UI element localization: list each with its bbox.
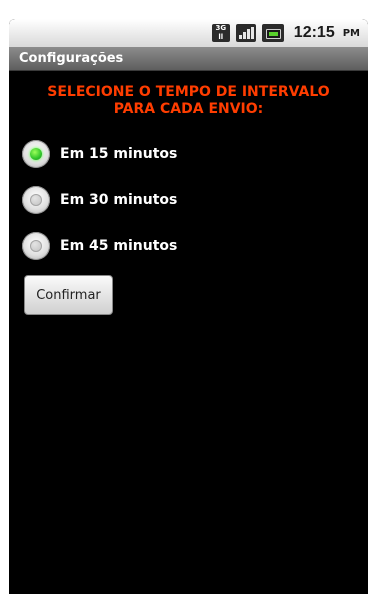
radio-button[interactable] bbox=[22, 232, 50, 260]
confirm-button[interactable]: Confirmar bbox=[24, 275, 113, 315]
radio-button[interactable] bbox=[22, 186, 50, 214]
title-bar: Configurações bbox=[9, 47, 368, 71]
phone-screen: 3G ll 12:15 PM Configurações SELECIONE O… bbox=[9, 19, 368, 594]
app-title: Configurações bbox=[19, 51, 124, 66]
option-label: Em 30 minutos bbox=[60, 192, 178, 208]
option-label: Em 15 minutos bbox=[60, 146, 178, 162]
radio-option-45[interactable]: Em 45 minutos bbox=[22, 231, 177, 261]
heading-line-1: SELECIONE O TEMPO DE INTERVALO bbox=[47, 84, 330, 100]
status-ampm: PM bbox=[342, 27, 360, 39]
radio-option-15[interactable]: Em 15 minutos bbox=[22, 139, 177, 169]
option-label: Em 45 minutos bbox=[60, 238, 178, 254]
radio-option-30[interactable]: Em 30 minutos bbox=[22, 185, 177, 215]
status-icons: 3G ll 12:15 PM bbox=[211, 19, 360, 47]
device-frame: 3G ll 12:15 PM Configurações SELECIONE O… bbox=[0, 0, 374, 594]
radio-button-checked[interactable] bbox=[22, 140, 50, 168]
battery-icon bbox=[261, 24, 284, 42]
status-time: 12:15 bbox=[293, 24, 335, 41]
network-3g-icon: 3G ll bbox=[211, 24, 230, 42]
status-bar: 3G ll 12:15 PM bbox=[9, 19, 368, 47]
signal-icon bbox=[235, 24, 256, 42]
heading-line-2: PARA CADA ENVIO: bbox=[113, 101, 264, 117]
instruction-heading: SELECIONE O TEMPO DE INTERVALO PARA CADA… bbox=[9, 84, 368, 118]
